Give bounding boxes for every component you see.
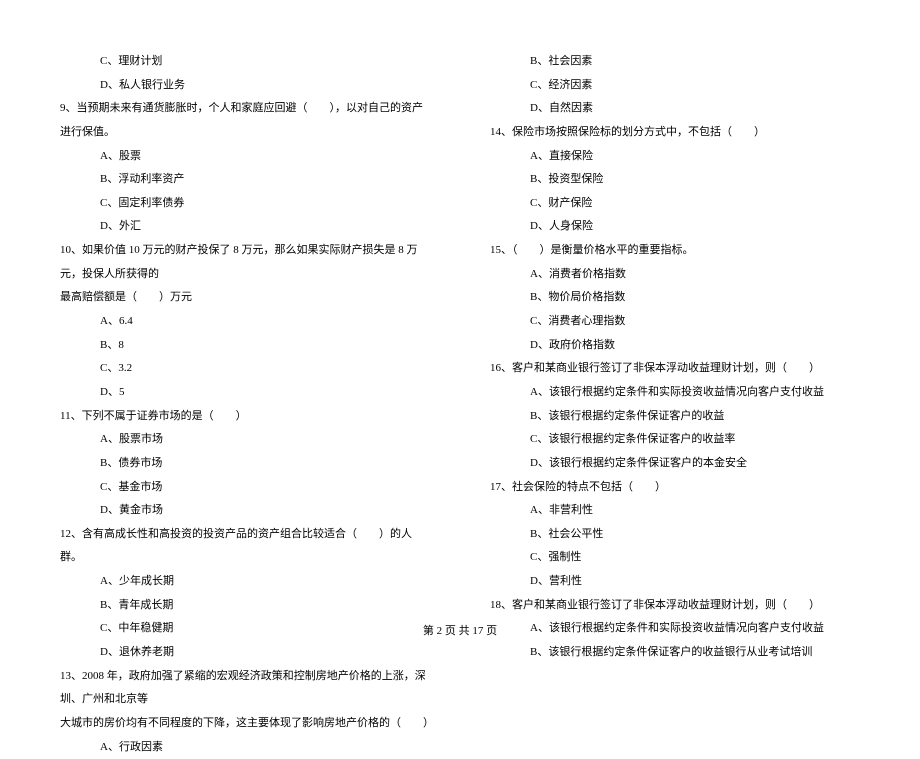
q15-option-c: C、消费者心理指数 [490, 310, 860, 334]
q18-option-b: B、该银行根据约定条件保证客户的收益银行从业考试培训 [490, 641, 860, 665]
q13-option-a: A、行政因素 [60, 736, 430, 759]
q10-option-d: D、5 [60, 381, 430, 405]
q15-option-a: A、消费者价格指数 [490, 263, 860, 287]
q15-option-b: B、物价局价格指数 [490, 286, 860, 310]
q16-stem: 16、客户和某商业银行签订了非保本浮动收益理财计划，则（ ） [490, 357, 860, 381]
q13-option-d: D、自然因素 [490, 97, 860, 121]
q16-option-b: B、该银行根据约定条件保证客户的收益 [490, 405, 860, 429]
right-column: B、社会因素 C、经济因素 D、自然因素 14、保险市场按照保险标的划分方式中，… [490, 50, 860, 610]
q13-option-c: C、经济因素 [490, 74, 860, 98]
q8-option-c: C、理财计划 [60, 50, 430, 74]
q11-stem: 11、下列不属于证券市场的是（ ） [60, 405, 430, 429]
q9-option-a: A、股票 [60, 145, 430, 169]
q12-option-d: D、退休养老期 [60, 641, 430, 665]
q14-option-c: C、财产保险 [490, 192, 860, 216]
q13-stem-line1: 13、2008 年，政府加强了紧缩的宏观经济政策和控制房地产价格的上涨，深圳、广… [60, 665, 430, 712]
q9-option-d: D、外汇 [60, 215, 430, 239]
q16-option-a: A、该银行根据约定条件和实际投资收益情况向客户支付收益 [490, 381, 860, 405]
q17-option-c: C、强制性 [490, 546, 860, 570]
q10-option-a: A、6.4 [60, 310, 430, 334]
q12-stem: 12、含有高成长性和高投资的投资产品的资产组合比较适合（ ）的人群。 [60, 523, 430, 570]
q9-option-b: B、浮动利率资产 [60, 168, 430, 192]
q10-stem-line2: 最高赔偿额是（ ）万元 [60, 286, 430, 310]
q13-stem-line2: 大城市的房价均有不同程度的下降，这主要体现了影响房地产价格的（ ） [60, 712, 430, 736]
q12-option-a: A、少年成长期 [60, 570, 430, 594]
q12-option-b: B、青年成长期 [60, 594, 430, 618]
page-footer: 第 2 页 共 17 页 [0, 622, 920, 638]
q16-option-c: C、该银行根据约定条件保证客户的收益率 [490, 428, 860, 452]
q17-option-b: B、社会公平性 [490, 523, 860, 547]
q15-option-d: D、政府价格指数 [490, 334, 860, 358]
document-body: C、理财计划 D、私人银行业务 9、当预期未来有通货膨胀时，个人和家庭应回避（ … [60, 50, 860, 610]
q15-stem: 15、（ ）是衡量价格水平的重要指标。 [490, 239, 860, 263]
q17-stem: 17、社会保险的特点不包括（ ） [490, 476, 860, 500]
q17-option-a: A、非营利性 [490, 499, 860, 523]
q11-option-d: D、黄金市场 [60, 499, 430, 523]
q11-option-c: C、基金市场 [60, 476, 430, 500]
q16-option-d: D、该银行根据约定条件保证客户的本金安全 [490, 452, 860, 476]
q14-option-d: D、人身保险 [490, 215, 860, 239]
q18-stem: 18、客户和某商业银行签订了非保本浮动收益理财计划，则（ ） [490, 594, 860, 618]
q8-option-d: D、私人银行业务 [60, 74, 430, 98]
q11-option-a: A、股票市场 [60, 428, 430, 452]
q10-stem-line1: 10、如果价值 10 万元的财产投保了 8 万元，那么如果实际财产损失是 8 万… [60, 239, 430, 286]
q10-option-c: C、3.2 [60, 357, 430, 381]
q14-stem: 14、保险市场按照保险标的划分方式中，不包括（ ） [490, 121, 860, 145]
q11-option-b: B、债券市场 [60, 452, 430, 476]
q13-option-b: B、社会因素 [490, 50, 860, 74]
q10-option-b: B、8 [60, 334, 430, 358]
q17-option-d: D、营利性 [490, 570, 860, 594]
left-column: C、理财计划 D、私人银行业务 9、当预期未来有通货膨胀时，个人和家庭应回避（ … [60, 50, 430, 610]
q14-option-a: A、直接保险 [490, 145, 860, 169]
q9-option-c: C、固定利率债券 [60, 192, 430, 216]
q9-stem: 9、当预期未来有通货膨胀时，个人和家庭应回避（ ），以对自己的资产进行保值。 [60, 97, 430, 144]
q14-option-b: B、投资型保险 [490, 168, 860, 192]
